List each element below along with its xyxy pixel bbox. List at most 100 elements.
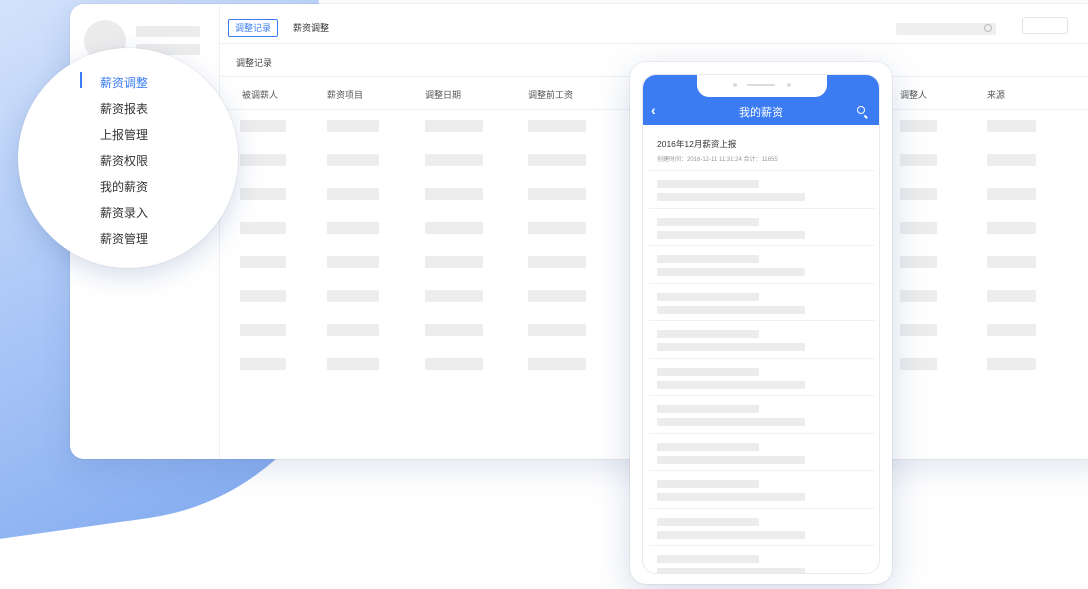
column-header: 调整日期	[425, 90, 462, 100]
text-placeholder	[657, 330, 759, 338]
sidebar-item-salary-permissions[interactable]: 薪资权限	[100, 152, 148, 169]
cell-placeholder	[327, 120, 379, 132]
cell-placeholder	[900, 256, 937, 268]
list-item[interactable]	[649, 545, 875, 573]
text-placeholder	[657, 343, 805, 351]
cell-placeholder	[425, 256, 483, 268]
cell-placeholder	[240, 222, 286, 234]
cell-placeholder	[425, 324, 483, 336]
action-button[interactable]	[1022, 17, 1068, 34]
list-item[interactable]	[649, 507, 875, 545]
mobile-page-title: 我的薪资	[739, 107, 783, 119]
cell-placeholder	[900, 188, 937, 200]
list-item[interactable]	[649, 432, 875, 470]
sidebar-item-my-salary[interactable]: 我的薪资	[100, 178, 148, 195]
mobile-screen: ‹ 我的薪资 2016年12月薪资上报 创建时间：2016-12-11 11:3…	[642, 74, 880, 574]
cell-placeholder	[327, 222, 379, 234]
search-icon	[984, 24, 992, 32]
text-placeholder	[657, 217, 759, 226]
column-header: 调整人	[900, 90, 928, 100]
sidebar-item-salary-adjust[interactable]: 薪资调整	[100, 74, 148, 91]
column-header: 来源	[987, 90, 1006, 100]
list-item[interactable]	[649, 320, 875, 357]
cell-placeholder	[900, 324, 937, 336]
cell-placeholder	[987, 154, 1036, 166]
cell-placeholder	[327, 324, 379, 336]
cell-placeholder	[900, 154, 937, 166]
cell-placeholder	[327, 188, 379, 200]
text-placeholder	[657, 292, 759, 301]
sidebar-item-report-management[interactable]: 上报管理	[100, 126, 148, 143]
list-item-title: 2016年12月薪资上报	[657, 139, 737, 149]
camera-dot	[787, 83, 791, 87]
cell-placeholder	[987, 290, 1036, 302]
text-placeholder	[657, 517, 759, 526]
text-placeholder	[657, 530, 805, 539]
text-placeholder	[657, 418, 805, 426]
cell-placeholder	[987, 324, 1036, 336]
text-placeholder	[657, 568, 805, 573]
cell-placeholder	[528, 256, 586, 268]
sidebar-item-salary-report[interactable]: 薪资报表	[100, 100, 148, 117]
cell-placeholder	[528, 154, 586, 166]
cell-placeholder	[425, 154, 483, 166]
list-item[interactable]	[649, 395, 875, 432]
column-header: 薪资项目	[327, 90, 364, 100]
search-input[interactable]	[896, 23, 996, 35]
desktop-app-window: 调整记录 薪资调整 调整记录 被调薪人 薪资项目 调整日期 调整前工资 调整人 …	[70, 4, 1088, 459]
cell-placeholder	[240, 358, 286, 370]
cell-placeholder	[987, 358, 1036, 370]
text-placeholder	[657, 230, 805, 239]
sidebar-item-salary-management[interactable]: 薪资管理	[100, 230, 148, 247]
cell-placeholder	[327, 290, 379, 302]
cell-placeholder	[425, 358, 483, 370]
list-item[interactable]: 2016年12月薪资上报 创建时间：2016-12-11 11:31:24 合计…	[657, 138, 778, 163]
text-placeholder	[657, 367, 759, 376]
sidebar-item-salary-entry[interactable]: 薪资录入	[100, 204, 148, 221]
cell-placeholder	[327, 256, 379, 268]
cell-placeholder	[900, 222, 937, 234]
search-icon[interactable]	[857, 106, 865, 114]
cell-placeholder	[240, 324, 286, 336]
text-placeholder	[657, 442, 759, 451]
cell-placeholder	[425, 188, 483, 200]
cell-placeholder	[528, 358, 586, 370]
list-item[interactable]	[649, 282, 875, 320]
cell-placeholder	[528, 222, 586, 234]
cell-placeholder	[425, 222, 483, 234]
cell-placeholder	[528, 290, 586, 302]
text-placeholder	[657, 180, 759, 188]
text-placeholder	[657, 268, 805, 276]
cell-placeholder	[987, 120, 1036, 132]
speaker-grille	[747, 84, 775, 86]
column-header: 调整前工资	[528, 90, 574, 100]
cell-placeholder	[240, 154, 286, 166]
cell-placeholder	[900, 120, 937, 132]
list-item-meta: 创建时间：2016-12-11 11:31:24 合计：11655	[657, 157, 778, 163]
cell-placeholder	[240, 188, 286, 200]
active-indicator	[80, 72, 82, 88]
column-header: 被调薪人	[242, 90, 279, 100]
phone-notch	[697, 75, 827, 97]
cell-placeholder	[900, 358, 937, 370]
list-item[interactable]	[649, 245, 875, 282]
text-placeholder	[657, 193, 805, 201]
cell-placeholder	[327, 154, 379, 166]
desktop-topbar: 调整记录 薪资调整	[220, 4, 1088, 44]
cell-placeholder	[425, 290, 483, 302]
text-placeholder	[657, 380, 805, 389]
section-title: 调整记录	[236, 58, 273, 68]
text-placeholder	[657, 480, 759, 488]
list-item[interactable]	[649, 170, 875, 207]
tab-adjust-records[interactable]: 调整记录	[228, 19, 279, 37]
list-item[interactable]	[649, 207, 875, 245]
list-item[interactable]	[649, 470, 875, 507]
mobile-phone-frame: ‹ 我的薪资 2016年12月薪资上报 创建时间：2016-12-11 11:3…	[630, 62, 892, 584]
text-placeholder	[657, 405, 759, 413]
list-item[interactable]	[649, 357, 875, 395]
user-name-placeholder	[136, 26, 200, 37]
tab-salary-adjust[interactable]: 薪资调整	[286, 19, 336, 37]
cell-placeholder	[528, 188, 586, 200]
cell-placeholder	[425, 120, 483, 132]
cell-placeholder	[240, 256, 286, 268]
